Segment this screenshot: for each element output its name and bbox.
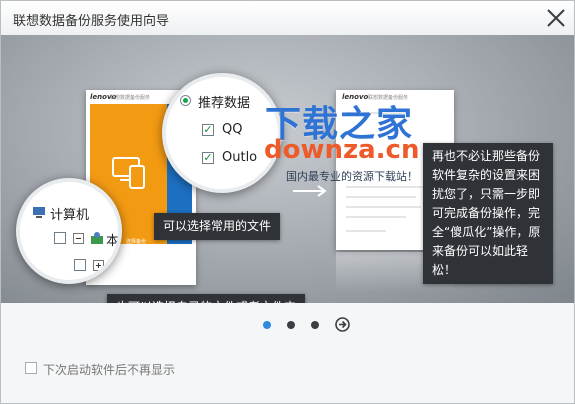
placeholder-line (346, 216, 406, 218)
dont-show-checkbox[interactable] (25, 362, 37, 374)
qq-label: QQ (222, 122, 243, 137)
outlook-label: Outlo (222, 150, 258, 165)
device-icon (112, 157, 145, 189)
placeholder-line (346, 206, 421, 208)
next-arrow-icon[interactable] (335, 317, 350, 332)
placeholder-line (346, 230, 386, 232)
page-dot-3[interactable] (311, 321, 319, 329)
arrow-right-icon (293, 185, 327, 197)
footer-area (1, 303, 574, 403)
checkbox-checked: ✓ (202, 123, 214, 136)
page-dot-1[interactable] (263, 321, 271, 329)
wizard-window: 联想数据备份服务使用向导 lenovo 联想数据备份服务 选择备份 lenovo… (0, 0, 575, 404)
recommended-label: 推荐数据 (198, 96, 251, 111)
dont-show-label: 下次启动软件后不再显示 (43, 363, 176, 377)
page-dot-2[interactable] (287, 321, 295, 329)
radio-selected (180, 95, 191, 106)
collapse-icon (73, 233, 84, 244)
card-subtitle: 联想数据备份服务 (110, 95, 151, 101)
watermark-domain: downza.cn (264, 135, 420, 165)
computer-label: 计算机 (50, 208, 90, 223)
window-title: 联想数据备份服务使用向导 (13, 14, 170, 29)
placeholder-line (346, 196, 416, 198)
checkbox-checked: ✓ (202, 151, 214, 164)
expand-icon (93, 260, 104, 271)
watermark-slogan: 国内最专业的资源下载站！ (286, 170, 418, 183)
placeholder-line (346, 186, 426, 188)
tooltip-own-files: 也可以选择自己的文件或者文件夹 (107, 294, 306, 303)
checkbox-empty (54, 232, 66, 244)
panel-caption: 选择备份 (126, 239, 147, 245)
computer-icon (33, 207, 45, 218)
tooltip-common-files: 可以选择常用的文件 (154, 213, 281, 240)
zoom-circle-recommended: 推荐数据 ✓ QQ ✓ Outlo (162, 73, 282, 193)
user-folder-icon (91, 232, 103, 244)
checkbox-empty (74, 259, 86, 271)
partial-label: 本 (106, 234, 120, 249)
zoom-circle-computer: 计算机 本 (16, 178, 122, 284)
title-bar: 联想数据备份服务使用向导 (1, 1, 574, 35)
close-icon[interactable] (544, 6, 568, 30)
tooltip-one-step: 再也不必让那些备份软件复杂的设置来困扰您了，只需一步即可完成备份操作，完全“傻瓜… (423, 143, 553, 284)
